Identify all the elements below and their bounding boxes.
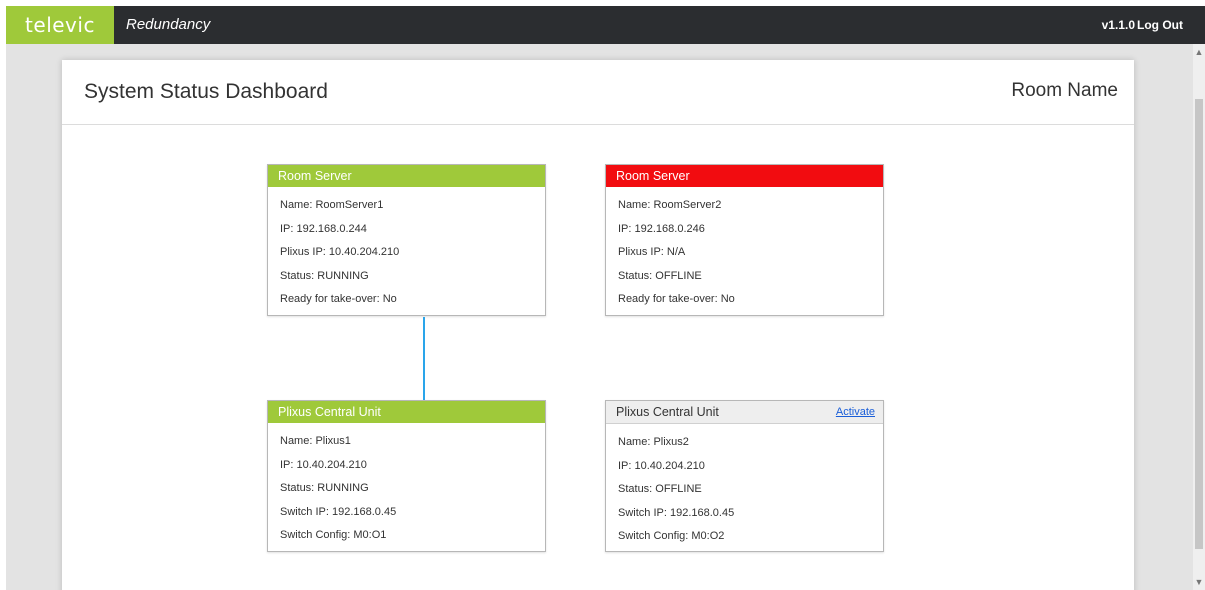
server-status: Status: OFFLINE [618,269,702,282]
card-header: Room Server [606,165,883,187]
plixus-name: Name: Plixus2 [618,436,689,448]
scroll-down-arrow-icon[interactable]: ▼ [1193,576,1205,588]
plixus-status: Status: OFFLINE [618,483,702,495]
card-body: Name: Plixus2 IP: 10.40.204.210 Status: … [606,424,883,549]
room-name: Room Name [1011,80,1118,101]
logout-button[interactable]: Log Out [1137,6,1183,44]
app-window: televic Redundancy v1.1.0 Log Out System… [6,6,1205,590]
plixus-name: Name: Plixus1 [280,435,351,447]
plixus-card-1: Plixus Central Unit Name: Plixus1 IP: 10… [267,400,546,552]
dashboard-panel: System Status Dashboard Room Name Room S… [62,60,1134,590]
activate-link[interactable]: Activate [836,401,875,423]
version-label: v1.1.0 [1101,18,1135,32]
card-body: Name: RoomServer1 IP: 192.168.0.244 Plix… [268,187,545,312]
plixus-status: Status: RUNNING [280,482,369,494]
card-body: Name: RoomServer2 IP: 192.168.0.246 Plix… [606,187,883,312]
server-ready: Ready for take-over: No [618,293,735,305]
card-body: Name: Plixus1 IP: 10.40.204.210 Status: … [268,423,545,548]
app-title: Redundancy [126,16,211,33]
card-header: Room Server [268,165,545,187]
server-status: Status: RUNNING [280,269,369,282]
switch-config: Switch Config: M0:O1 [280,529,387,541]
page-title: System Status Dashboard [84,80,328,103]
server-name: Name: RoomServer2 [618,199,722,211]
scroll-thumb[interactable] [1195,99,1203,549]
server-name: Name: RoomServer1 [280,199,384,211]
server-plixus-ip: Plixus IP: 10.40.204.210 [280,246,400,258]
top-bar: televic Redundancy v1.1.0 Log Out [6,6,1205,44]
connection-line [423,317,425,402]
switch-ip: Switch IP: 192.168.0.45 [618,506,735,519]
room-server-card-1: Room Server Name: RoomServer1 IP: 192.16… [267,164,546,316]
scroll-up-arrow-icon[interactable]: ▲ [1193,46,1205,58]
plixus-ip: IP: 10.40.204.210 [618,459,705,472]
server-plixus-ip: Plixus IP: N/A [618,246,686,258]
plixus-ip: IP: 10.40.204.210 [280,458,367,471]
card-header: Plixus Central Unit Activate [606,401,883,424]
televic-logo[interactable]: televic [6,6,114,44]
server-ip: IP: 192.168.0.244 [280,222,367,235]
switch-config: Switch Config: M0:O2 [618,530,725,542]
card-header: Plixus Central Unit [268,401,545,423]
card-header-label: Plixus Central Unit [616,405,719,419]
vertical-scrollbar[interactable]: ▲ ▼ [1193,44,1205,590]
panel-header: System Status Dashboard Room Name [62,60,1134,125]
plixus-card-2: Plixus Central Unit Activate Name: Plixu… [605,400,884,552]
server-ip: IP: 192.168.0.246 [618,222,705,235]
server-ready: Ready for take-over: No [280,293,397,305]
room-server-card-2: Room Server Name: RoomServer2 IP: 192.16… [605,164,884,316]
switch-ip: Switch IP: 192.168.0.45 [280,505,397,518]
